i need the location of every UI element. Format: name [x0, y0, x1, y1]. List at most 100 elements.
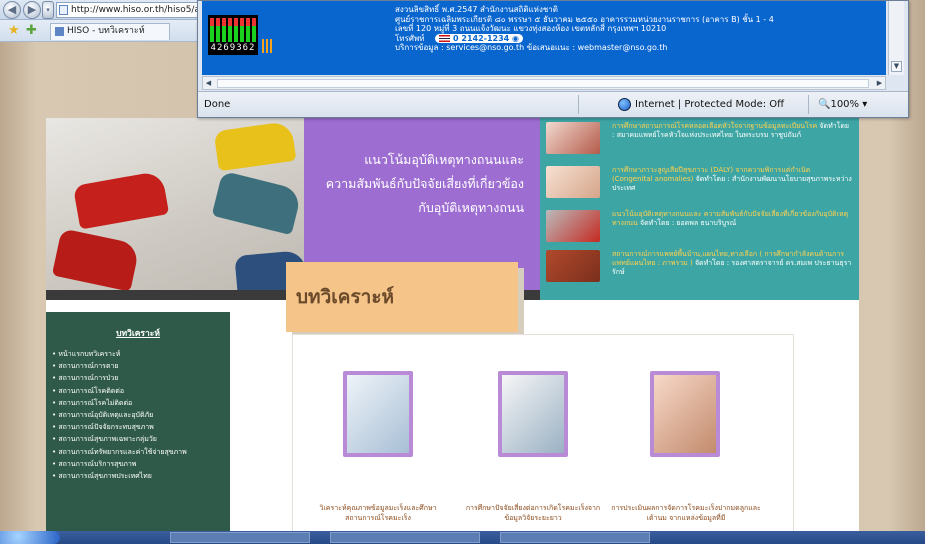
- call-icon: ◉: [512, 33, 520, 43]
- footer-copyright: สงวนลิขสิทธิ์ พ.ศ.2547 สำนักงานสถิติแห่ง…: [395, 5, 558, 14]
- status-text: Done: [204, 99, 231, 110]
- browser-tab-bar: ★ ✚ HISO - บทวิเคราะห์: [0, 20, 200, 42]
- hero-headline-line-2: ความสัมพันธ์กับปัจจัยเสี่ยงที่เกี่ยวข้อง: [325, 176, 524, 191]
- car-red-crash: [51, 228, 141, 292]
- car-teal: [211, 170, 303, 236]
- zone-text: Internet | Protected Mode: Off: [635, 99, 785, 110]
- forward-button[interactable]: ▶: [23, 1, 41, 19]
- site-footer-panel: 4269362 สงวนลิขสิทธิ์ พ.ศ.2547 สำนักงานส…: [202, 1, 886, 75]
- website-body: แนวโน้มอุบัติเหตุทางถนนและ ความสัมพันธ์ก…: [46, 118, 859, 544]
- sidebar-item[interactable]: สถานการณ์สุขภาพเฉพาะกลุ่มวัย: [52, 433, 187, 445]
- stethoscope-image: [347, 375, 409, 453]
- section-title-card: บทวิเคราะห์: [286, 262, 518, 332]
- windows-taskbar: [0, 531, 925, 544]
- article-thumbnail: [546, 166, 600, 198]
- article-item[interactable]: การศึกษาสถานการณ์โรคหลอดเลือดหัวใจจากฐาน…: [546, 122, 856, 160]
- visitor-counter: 4269362: [208, 15, 258, 55]
- report-caption[interactable]: วิเคราะห์คุณภาพข้อมูลมะเร็งและศึกษาสถานก…: [303, 503, 453, 523]
- sidebar-item[interactable]: สถานการณ์สุขภาพประเทศไทย: [52, 470, 187, 482]
- footer-address-2: เลขที่ 120 หมู่ที่ 3 ถนนแจ้งวัฒนะ แขวงทุ…: [395, 24, 667, 34]
- report-image-woman[interactable]: [650, 371, 720, 457]
- section-title: บทวิเคราะห์: [296, 286, 395, 308]
- hero-car-photo: [46, 118, 304, 300]
- back-button[interactable]: ◀: [3, 1, 21, 19]
- xray-doctor-image: [502, 375, 564, 453]
- article-credit: จัดทำโดย : ยอดพล ธนาบริบูรณ์: [637, 219, 737, 227]
- footer-email-row[interactable]: บริการข้อมูล : services@nso.go.th ข้อเสน…: [395, 43, 774, 53]
- article-thumbnail: [546, 250, 600, 282]
- address-url: http://www.hiso.or.th/hiso5/an: [71, 5, 200, 15]
- zoom-icon: 🔍: [818, 99, 831, 110]
- article-text: สถานการณ์การแพทย์พื้นบ้าน,แผนไทย,ทางเลือ…: [612, 250, 852, 277]
- footer-contact-text: สงวนลิขสิทธิ์ พ.ศ.2547 สำนักงานสถิติแห่ง…: [395, 5, 774, 53]
- status-bar: Done Internet | Protected Mode: Off 🔍100…: [198, 91, 908, 117]
- favorites-star-icon[interactable]: ★: [8, 23, 20, 38]
- zoom-control[interactable]: 🔍100% ▾: [818, 99, 867, 110]
- sidebar-heading[interactable]: บทวิเคราะห์: [46, 326, 230, 340]
- sidebar-item[interactable]: สถานการณ์อุบัติเหตุและอุบัติภัย: [52, 409, 187, 421]
- sidebar-item[interactable]: สถานการณ์บริการสุขภาพ: [52, 458, 187, 470]
- article-text: การศึกษาภาวะสูญเสียปีสุขภาวะ (DALY) จากค…: [612, 166, 852, 193]
- zoom-level: 100%: [830, 99, 860, 110]
- report-gallery: วิเคราะห์คุณภาพข้อมูลมะเร็งและศึกษาสถานก…: [292, 334, 794, 544]
- globe-icon: [618, 98, 631, 111]
- site-favicon-icon: [55, 27, 64, 36]
- sidebar-item[interactable]: หน้าแรกบทวิเคราะห์: [52, 348, 187, 360]
- article-item[interactable]: สถานการณ์การแพทย์พื้นบ้าน,แผนไทย,ทางเลือ…: [546, 250, 856, 288]
- phone-number-badge[interactable]: 0 2142-1234 ◉: [435, 33, 524, 44]
- article-text: แนวโน้มอุบัติเหตุทางถนนและ ความสัมพันธ์ก…: [612, 210, 852, 228]
- vertical-scrollbar[interactable]: ▼: [888, 1, 904, 75]
- scroll-thumb[interactable]: [217, 79, 869, 88]
- sidebar-menu: บทวิเคราะห์ หน้าแรกบทวิเคราะห์ สถานการณ์…: [46, 312, 230, 544]
- report-caption[interactable]: การประเมินผลการจัดการโรคมะเร็งปากมดลูกแล…: [611, 503, 761, 523]
- car-red: [72, 170, 170, 230]
- phone-number: 0 2142-1234: [453, 33, 510, 43]
- scroll-right-arrow-icon[interactable]: ▶: [874, 78, 885, 89]
- tab-hiso[interactable]: HISO - บทวิเคราะห์: [50, 23, 170, 40]
- sidebar-item[interactable]: สถานการณ์การป่วย: [52, 372, 187, 384]
- address-bar[interactable]: http://www.hiso.or.th/hiso5/an: [56, 2, 200, 18]
- sidebar-item[interactable]: สถานการณ์การตาย: [52, 360, 187, 372]
- horizontal-scrollbar[interactable]: ◀ ▶: [202, 76, 886, 90]
- taskbar-window[interactable]: [330, 532, 480, 543]
- article-item[interactable]: แนวโน้มอุบัติเหตุทางถนนและ ความสัมพันธ์ก…: [546, 210, 856, 248]
- sidebar-item[interactable]: สถานการณ์โรคติดต่อ: [52, 385, 187, 397]
- report-caption[interactable]: การศึกษาปัจจัยเสี่ยงต่อการเกิดโรคมะเร็งจ…: [458, 503, 608, 523]
- taskbar-window[interactable]: [500, 532, 650, 543]
- article-item[interactable]: การศึกษาภาวะสูญเสียปีสุขภาวะ (DALY) จากค…: [546, 166, 856, 204]
- hero-headline-line-3: กับอุบัติเหตุทางถนน: [418, 200, 524, 215]
- visitor-count: 4269362: [210, 43, 256, 53]
- hero-headline: แนวโน้มอุบัติเหตุทางถนนและ ความสัมพันธ์ก…: [294, 148, 524, 220]
- stats-bars-icon[interactable]: [262, 39, 272, 53]
- scroll-left-arrow-icon[interactable]: ◀: [203, 78, 214, 89]
- taskbar-window[interactable]: [170, 532, 310, 543]
- sidebar-item[interactable]: สถานการณ์โรคไม่ติดต่อ: [52, 397, 187, 409]
- security-zone[interactable]: Internet | Protected Mode: Off: [618, 98, 784, 111]
- nav-dropdown-button[interactable]: ▾: [42, 1, 54, 19]
- scroll-down-arrow-icon[interactable]: ▼: [891, 61, 902, 72]
- article-text: การศึกษาสถานการณ์โรคหลอดเลือดหัวใจจากฐาน…: [612, 122, 852, 140]
- status-divider: [808, 95, 809, 114]
- status-divider: [578, 95, 579, 114]
- add-favorites-icon[interactable]: ✚: [26, 23, 37, 38]
- counter-equalizer: [210, 18, 256, 42]
- start-button[interactable]: [0, 531, 60, 544]
- report-image-stethoscope[interactable]: [343, 371, 413, 457]
- sidebar-list: หน้าแรกบทวิเคราะห์ สถานการณ์การตาย สถานก…: [52, 348, 187, 482]
- phone-label: โทรศัพท์: [395, 33, 425, 43]
- footer-address-1: ศูนย์ราชการเฉลิมพระเกียรติ ๘๐ พรรษา ๕ ธั…: [395, 14, 774, 24]
- page-icon: [59, 5, 68, 15]
- tab-label: HISO - บทวิเคราะห์: [67, 26, 145, 36]
- article-title: การศึกษาสถานการณ์โรคหลอดเลือดหัวใจจากฐาน…: [612, 122, 818, 130]
- article-thumbnail: [546, 122, 600, 154]
- sidebar-item[interactable]: สถานการณ์ทรัพยากรและค่าใช้จ่ายสุขภาพ: [52, 446, 186, 458]
- car-yellow: [213, 120, 297, 172]
- woman-portrait-image: [654, 375, 716, 453]
- hero-headline-line-1: แนวโน้มอุบัติเหตุทางถนนและ: [364, 152, 524, 167]
- chevron-down-icon: ▾: [862, 99, 868, 110]
- article-thumbnail: [546, 210, 600, 242]
- sidebar-item[interactable]: สถานการณ์ปัจจัยกระทบสุขภาพ: [52, 421, 187, 433]
- footer-phone-row: โทรศัพท์ 0 2142-1234 ◉: [395, 33, 774, 44]
- browser-nav-bar: ◀ ▶ ▾ http://www.hiso.or.th/hiso5/an: [0, 0, 200, 20]
- report-image-xray[interactable]: [498, 371, 568, 457]
